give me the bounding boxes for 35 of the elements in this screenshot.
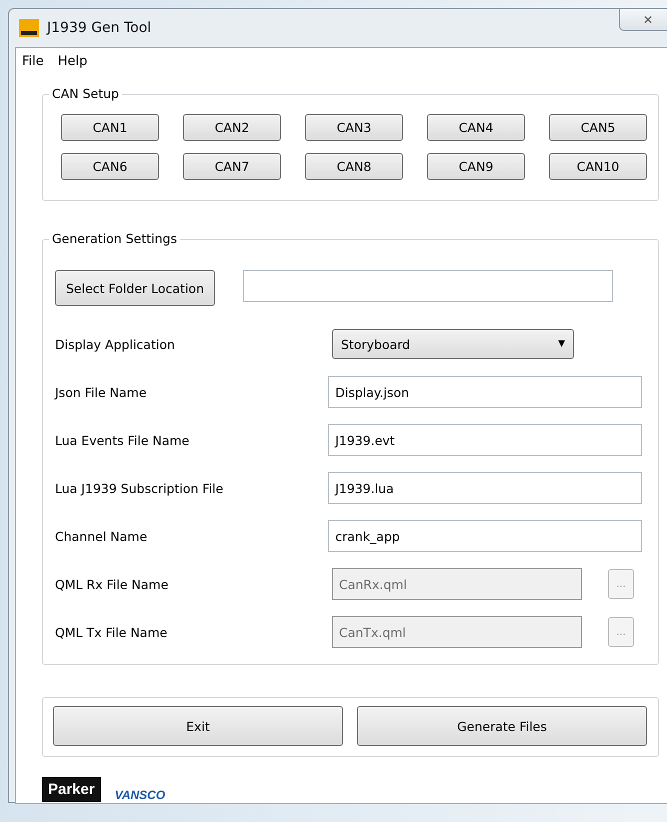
menu-item[interactable]: File [22,54,44,76]
can-button[interactable]: CAN4 [427,114,525,141]
field-label: Lua Events File Name [55,432,190,448]
app-icon [19,19,39,37]
can-button[interactable]: CAN8 [305,153,403,180]
text-field[interactable]: Display.json [328,376,642,408]
group-title: CAN Setup [49,86,122,101]
window-title: J1939 Gen Tool [47,20,152,36]
field-label: QML Tx File Name [55,624,168,640]
group-title: Generation Settings [49,231,180,246]
field-label: Lua J1939 Subscription File [55,480,224,496]
field-label: Display Application [55,336,176,352]
can-button[interactable]: CAN1 [61,114,159,141]
can-button[interactable]: CAN3 [305,114,403,141]
can-button[interactable]: CAN7 [183,153,281,180]
generate-files-button[interactable]: Generate Files [357,706,647,746]
text-field[interactable]: J1939.lua [328,472,642,504]
field-label: Channel Name [55,528,148,544]
folder-path-field[interactable] [243,270,613,302]
can-button[interactable]: CAN9 [427,153,525,180]
field-label: Json File Name [55,384,148,400]
vansco-logo: VANSCO [114,788,166,802]
close-button[interactable]: ✕ [619,9,667,31]
exit-button[interactable]: Exit [53,706,343,746]
text-field[interactable]: crank_app [328,520,642,552]
can-button[interactable]: CAN6 [61,153,159,180]
can-button[interactable]: CAN2 [183,114,281,141]
menu-item[interactable]: Help [58,54,88,76]
select-folder-button[interactable]: Select Folder Location [55,270,215,306]
can-button[interactable]: CAN5 [549,114,647,141]
can-button[interactable]: CAN10 [549,153,647,180]
text-field[interactable]: J1939.evt [328,424,642,456]
application-dropdown[interactable]: Storyboard ▼ [332,329,574,359]
field-label: QML Rx File Name [55,576,170,592]
parker-logo: Parker [42,777,101,802]
